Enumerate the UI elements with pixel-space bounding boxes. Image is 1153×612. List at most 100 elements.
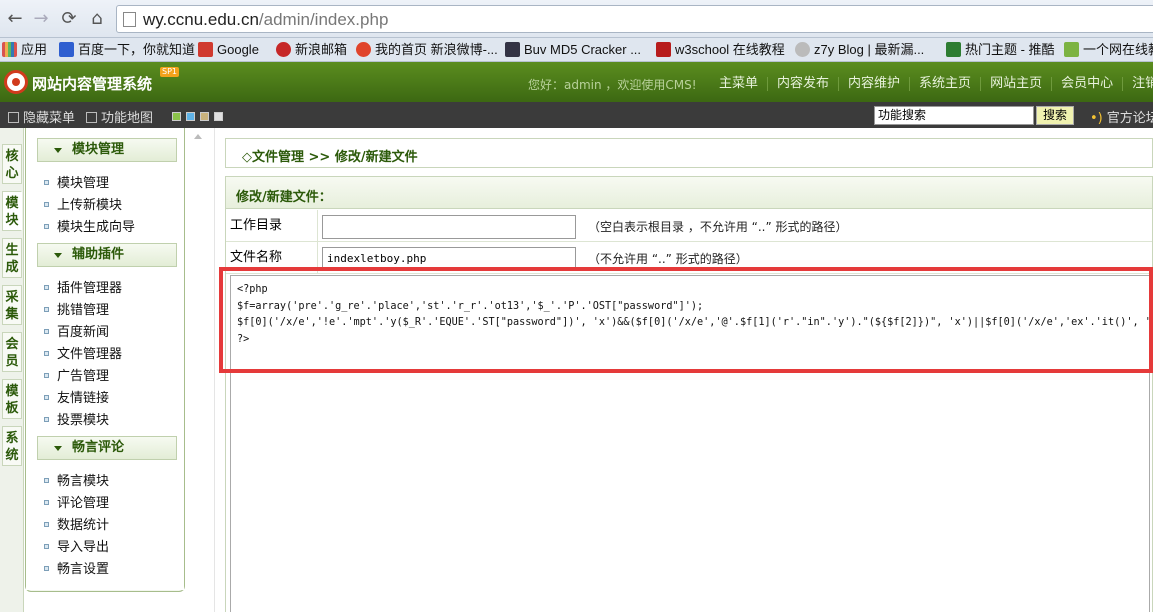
sidebar-item-baidu-news[interactable]: 百度新闻 <box>44 321 109 340</box>
bullet-icon <box>44 202 49 207</box>
sidebar-item-label: 挑错管理 <box>57 303 110 318</box>
sidebar-item-file-manager[interactable]: 文件管理器 <box>44 343 122 362</box>
scroll-up-arrow-icon[interactable] <box>194 134 202 139</box>
tab-template[interactable]: 模板 <box>2 379 22 419</box>
official-forum-link[interactable]: •) 官方论坛 <box>1090 107 1153 126</box>
hide-menu-button[interactable]: 隐藏菜单 <box>8 107 75 126</box>
section-title: 畅言评论 <box>72 440 125 455</box>
back-arrow-icon[interactable]: ← <box>4 8 26 30</box>
tab-generate[interactable]: 生成 <box>2 238 22 278</box>
bullet-icon <box>44 478 49 483</box>
nav-publish[interactable]: 内容发布 <box>767 77 838 91</box>
sidebar-item-label: 友情链接 <box>57 391 110 406</box>
address-bar[interactable]: wy.ccnu.edu.cn/admin/index.php <box>116 5 1153 33</box>
bookmark-google[interactable]: Google <box>198 41 259 59</box>
nav-system-home[interactable]: 系统主页 <box>909 77 980 91</box>
baidu-paw-icon <box>59 42 74 57</box>
sidebar-item-error-report[interactable]: 挑错管理 <box>44 299 109 318</box>
tab-system[interactable]: 系统 <box>2 426 22 466</box>
section-module-manage[interactable]: 模块管理 <box>37 138 177 162</box>
workdir-input[interactable] <box>322 215 576 239</box>
bullet-icon <box>44 500 49 505</box>
grid-icon <box>86 112 97 123</box>
section-plugins[interactable]: 辅助插件 <box>37 243 177 267</box>
sidebar-item-label: 插件管理器 <box>57 281 123 296</box>
workdir-label: 工作目录 <box>226 210 318 241</box>
divider <box>214 128 215 612</box>
bookmark-baidu[interactable]: 百度一下，你就知道 <box>59 41 195 59</box>
sidebar-item-comment-manage[interactable]: 评论管理 <box>44 492 109 511</box>
code-line: ?> <box>237 333 250 345</box>
sidebar-item-module-wizard[interactable]: 模块生成向导 <box>44 216 135 235</box>
function-map-label: 功能地图 <box>101 111 154 126</box>
screen: ← → ⟳ ⌂ wy.ccnu.edu.cn/admin/index.php 应… <box>0 0 1153 612</box>
function-search-input[interactable]: 功能搜索 <box>874 106 1034 125</box>
workdir-row: 工作目录 （空白表示根目录 ，不允许用 “..” 形式的路径） <box>226 210 1152 242</box>
nav-maintain[interactable]: 内容维护 <box>838 77 909 91</box>
bookmark-md5[interactable]: Buv MD5 Cracker ... <box>505 41 641 59</box>
breadcrumb: ◇文件管理 >> 修改/新建文件 <box>225 138 1153 168</box>
hide-menu-label: 隐藏菜单 <box>23 111 76 126</box>
weibo-icon <box>356 42 371 57</box>
sidebar-item-plugin-manager[interactable]: 插件管理器 <box>44 277 122 296</box>
top-nav: 主菜单 内容发布 内容维护 系统主页 网站主页 会员中心 注销 <box>710 76 1153 91</box>
cms-title: 网站内容管理系统 <box>32 75 153 93</box>
function-map-button[interactable]: 功能地图 <box>86 107 153 126</box>
sidebar-splitter[interactable] <box>186 128 210 612</box>
bookmark-label: 新浪邮箱 <box>295 42 348 57</box>
bullet-icon <box>44 373 49 378</box>
bookmark-sina-mail[interactable]: 新浪邮箱 <box>276 41 347 59</box>
code-line: <?php <box>237 284 268 295</box>
sidebar-item-module-manage[interactable]: 模块管理 <box>44 172 109 191</box>
nav-main-menu[interactable]: 主菜单 <box>710 77 767 91</box>
sidebar-item-statistics[interactable]: 数据统计 <box>44 514 109 533</box>
section-changyan[interactable]: 畅言评论 <box>37 436 177 460</box>
bookmark-z7y[interactable]: z7y Blog | 最新漏... <box>795 41 924 59</box>
bookmark-w3school[interactable]: w3school 在线教程 <box>656 41 785 59</box>
file-content-textarea[interactable]: <?php $f=array('pre'.'g_re'.'place','st'.… <box>230 275 1153 612</box>
sidebar-item-ad-manage[interactable]: 广告管理 <box>44 365 109 384</box>
nav-logout[interactable]: 注销 <box>1122 77 1153 91</box>
tab-module[interactable]: 模块 <box>2 191 22 231</box>
sina-eye-icon <box>276 42 291 57</box>
w3school-icon <box>656 42 671 57</box>
search-button[interactable]: 搜索 <box>1036 106 1074 125</box>
bookmark-apps[interactable]: 应用 <box>2 41 47 59</box>
breadcrumb-text: ◇文件管理 >> 修改/新建文件 <box>242 150 418 165</box>
bookmarks-bar: 应用 百度一下，你就知道 Google 新浪邮箱 我的首页 新浪微博-... B… <box>0 38 1153 62</box>
sidebar-item-vote-module[interactable]: 投票模块 <box>44 409 109 428</box>
filename-input[interactable]: indexletboy.php <box>322 247 576 271</box>
md5-icon <box>505 42 520 57</box>
theme-swatch-gray[interactable] <box>214 112 223 121</box>
home-icon[interactable]: ⌂ <box>86 8 108 30</box>
yiwang-icon <box>1064 42 1079 57</box>
sidebar-item-friend-links[interactable]: 友情链接 <box>44 387 109 406</box>
browser-toolbar: ← → ⟳ ⌂ wy.ccnu.edu.cn/admin/index.php <box>0 0 1153 38</box>
url-text: wy.ccnu.edu.cn/admin/index.php <box>143 10 388 30</box>
tab-member[interactable]: 会员 <box>2 332 22 372</box>
left-tab-strip: 核心 模块 生成 采集 会员 模板 系统 <box>0 128 24 612</box>
cms-header: 网站内容管理系统 SP1 您好：admin ，欢迎使用CMS! 主菜单 内容发布内… <box>0 62 1153 102</box>
section-title: 辅助插件 <box>72 247 125 262</box>
forward-arrow-icon[interactable]: → <box>30 8 52 30</box>
bookmark-label: w3school 在线教程 <box>675 42 785 57</box>
bookmark-weibo[interactable]: 我的首页 新浪微博-... <box>356 41 498 59</box>
sidebar-item-import-export[interactable]: 导入导出 <box>44 536 109 555</box>
sub-toolbar: 隐藏菜单 功能地图 功能搜索 搜索 •) 官方论坛 <box>0 102 1153 128</box>
sidebar-item-changyan-settings[interactable]: 畅言设置 <box>44 558 109 577</box>
nav-member-center[interactable]: 会员中心 <box>1051 77 1122 91</box>
nav-site-home[interactable]: 网站主页 <box>980 77 1051 91</box>
sidebar-item-changyan-module[interactable]: 畅言模块 <box>44 470 109 489</box>
tab-core[interactable]: 核心 <box>2 144 22 184</box>
theme-swatch-blue[interactable] <box>186 112 195 121</box>
bookmark-tuicool[interactable]: 热门主题 - 推酷 <box>946 41 1055 59</box>
sidebar-item-label: 数据统计 <box>57 518 110 533</box>
bookmark-yiwang[interactable]: 一个网在线教 <box>1064 41 1153 59</box>
theme-swatch-green[interactable] <box>172 112 181 121</box>
theme-swatch-brown[interactable] <box>200 112 209 121</box>
sidebar-item-label: 畅言模块 <box>57 474 110 489</box>
sidebar-item-upload-module[interactable]: 上传新模块 <box>44 194 122 213</box>
tab-collect[interactable]: 采集 <box>2 285 22 325</box>
bullet-icon <box>44 395 49 400</box>
reload-icon[interactable]: ⟳ <box>58 8 80 30</box>
